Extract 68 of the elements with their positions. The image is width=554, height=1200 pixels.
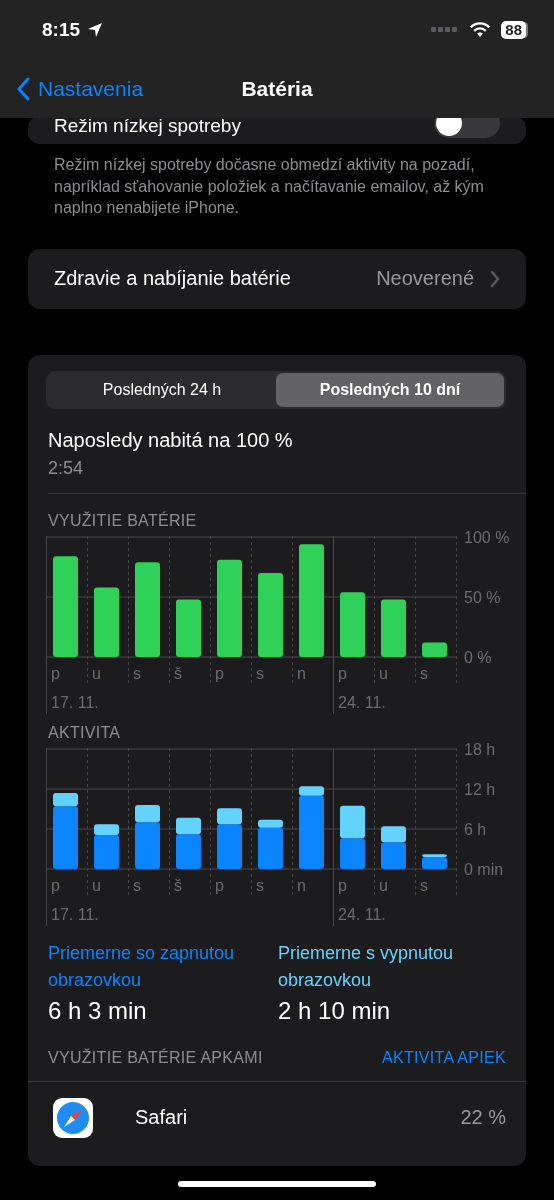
- day-label: s: [420, 876, 428, 894]
- last-charged-time: 2:54: [48, 457, 85, 479]
- day-label: p: [338, 664, 347, 682]
- setting-label: Režim nízkej spotreby: [54, 116, 241, 136]
- axis-label: 6 h: [464, 820, 487, 838]
- status-time: 8:15: [42, 19, 81, 41]
- row-label: Zdravie a nabíjanie batérie: [54, 267, 291, 290]
- day-label: u: [92, 664, 101, 682]
- bar: [340, 805, 365, 838]
- axis-label: 0 min: [464, 860, 504, 878]
- settings-row[interactable]: Zdravie a nabíjanie batérie Neoverené: [28, 248, 526, 309]
- axis-label: 50 %: [464, 588, 501, 606]
- wifi-icon: [469, 22, 492, 38]
- battery-level: 88: [501, 21, 526, 39]
- section-header: VYUŽITIE BATÉRIE APKAMI: [48, 1048, 263, 1067]
- last-charged-label: Naposledy nabitá na 100 %: [48, 428, 294, 452]
- toggle-switch[interactable]: [434, 116, 500, 138]
- date-label: 17. 11.: [51, 905, 99, 923]
- segment-tab[interactable]: Posledných 10 dní: [276, 372, 504, 407]
- bar: [381, 598, 406, 657]
- axis-label: 12 h: [464, 780, 496, 798]
- screen-title: Batéria: [241, 77, 313, 100]
- segment-tab[interactable]: Posledných 24 h: [48, 372, 276, 407]
- day-label: p: [215, 876, 224, 894]
- bar: [340, 837, 365, 869]
- day-label: u: [379, 876, 388, 894]
- app-name: Safari: [135, 1106, 188, 1129]
- date-label: 24. 11.: [338, 693, 386, 711]
- day-label: s: [133, 876, 141, 894]
- back-button[interactable]: Nastavenia: [16, 77, 144, 101]
- day-label: s: [256, 876, 264, 894]
- day-label: p: [51, 664, 60, 682]
- day-label: n: [297, 876, 306, 894]
- axis-label: 0 %: [464, 648, 492, 666]
- location-arrow-icon: [86, 21, 105, 39]
- day-label: p: [51, 876, 60, 894]
- legend-label: Priemerne s vypnutou obrazovkou: [278, 941, 455, 992]
- day-label: u: [379, 664, 388, 682]
- chart-title: AKTIVITA: [48, 723, 122, 742]
- chevron-icon: [490, 269, 500, 288]
- signal-icon: [431, 26, 458, 34]
- footnote: Režim nízkej spotreby dočasne obmedzí aktivity na pozadí, napríklad sťahovanie položiek a načítavanie emailov, až kým naplno nenabijete iPhone.: [53, 155, 485, 218]
- day-label: s: [420, 664, 428, 682]
- row-value: Neoverené: [376, 267, 474, 290]
- day-label: s: [256, 664, 264, 682]
- bar: [340, 591, 365, 657]
- axis-label: 18 h: [464, 740, 496, 758]
- usage-percent: 22 %: [460, 1106, 506, 1129]
- average-value: 6 h 3 min: [48, 996, 148, 1025]
- chart-title: VYUŽITIE BATÉRIE: [48, 511, 198, 530]
- bar: [94, 586, 119, 657]
- bar: [422, 642, 447, 657]
- date-label: 17. 11.: [51, 693, 99, 711]
- day-label: s: [133, 664, 141, 682]
- day-label: p: [215, 664, 224, 682]
- app-activity-link[interactable]: AKTIVITA APIEK: [382, 1048, 506, 1067]
- day-label: š: [174, 664, 182, 682]
- day-label: u: [92, 876, 101, 894]
- legend-label: Priemerne so zapnutou obrazovkou: [48, 941, 236, 992]
- day-label: š: [174, 876, 182, 894]
- date-label: 24. 11.: [338, 905, 386, 923]
- day-label: n: [297, 664, 306, 682]
- axis-label: 100 %: [464, 528, 510, 546]
- bar: [176, 598, 201, 657]
- back-chevron-icon: [16, 77, 30, 101]
- day-label: p: [338, 876, 347, 894]
- average-value: 2 h 10 min: [278, 996, 392, 1025]
- compass-icon: [53, 1097, 93, 1138]
